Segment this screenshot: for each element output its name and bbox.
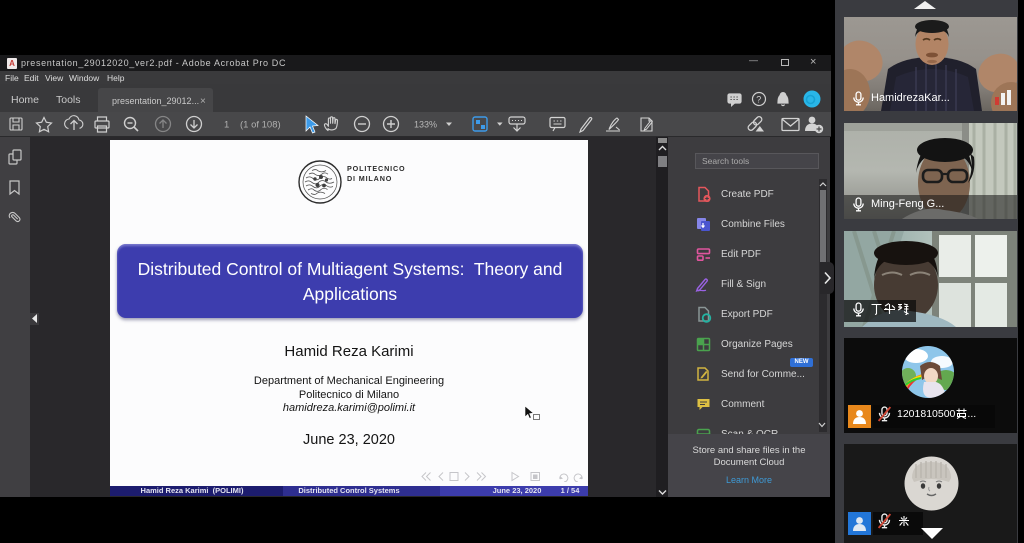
svg-text:?: ? [756,95,761,105]
svg-text:1: 1 [224,120,229,131]
svg-text:(1 of 108): (1 of 108) [240,120,281,131]
svg-text:133%: 133% [414,120,437,130]
